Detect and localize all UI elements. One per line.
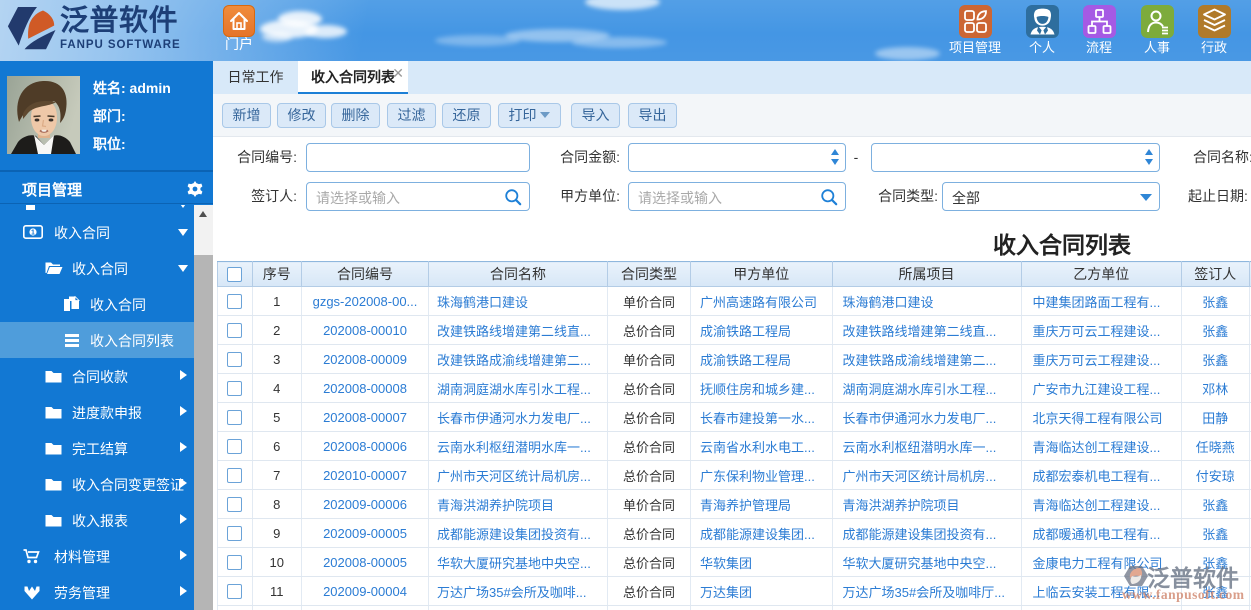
svg-text:1: 1 bbox=[31, 230, 35, 237]
